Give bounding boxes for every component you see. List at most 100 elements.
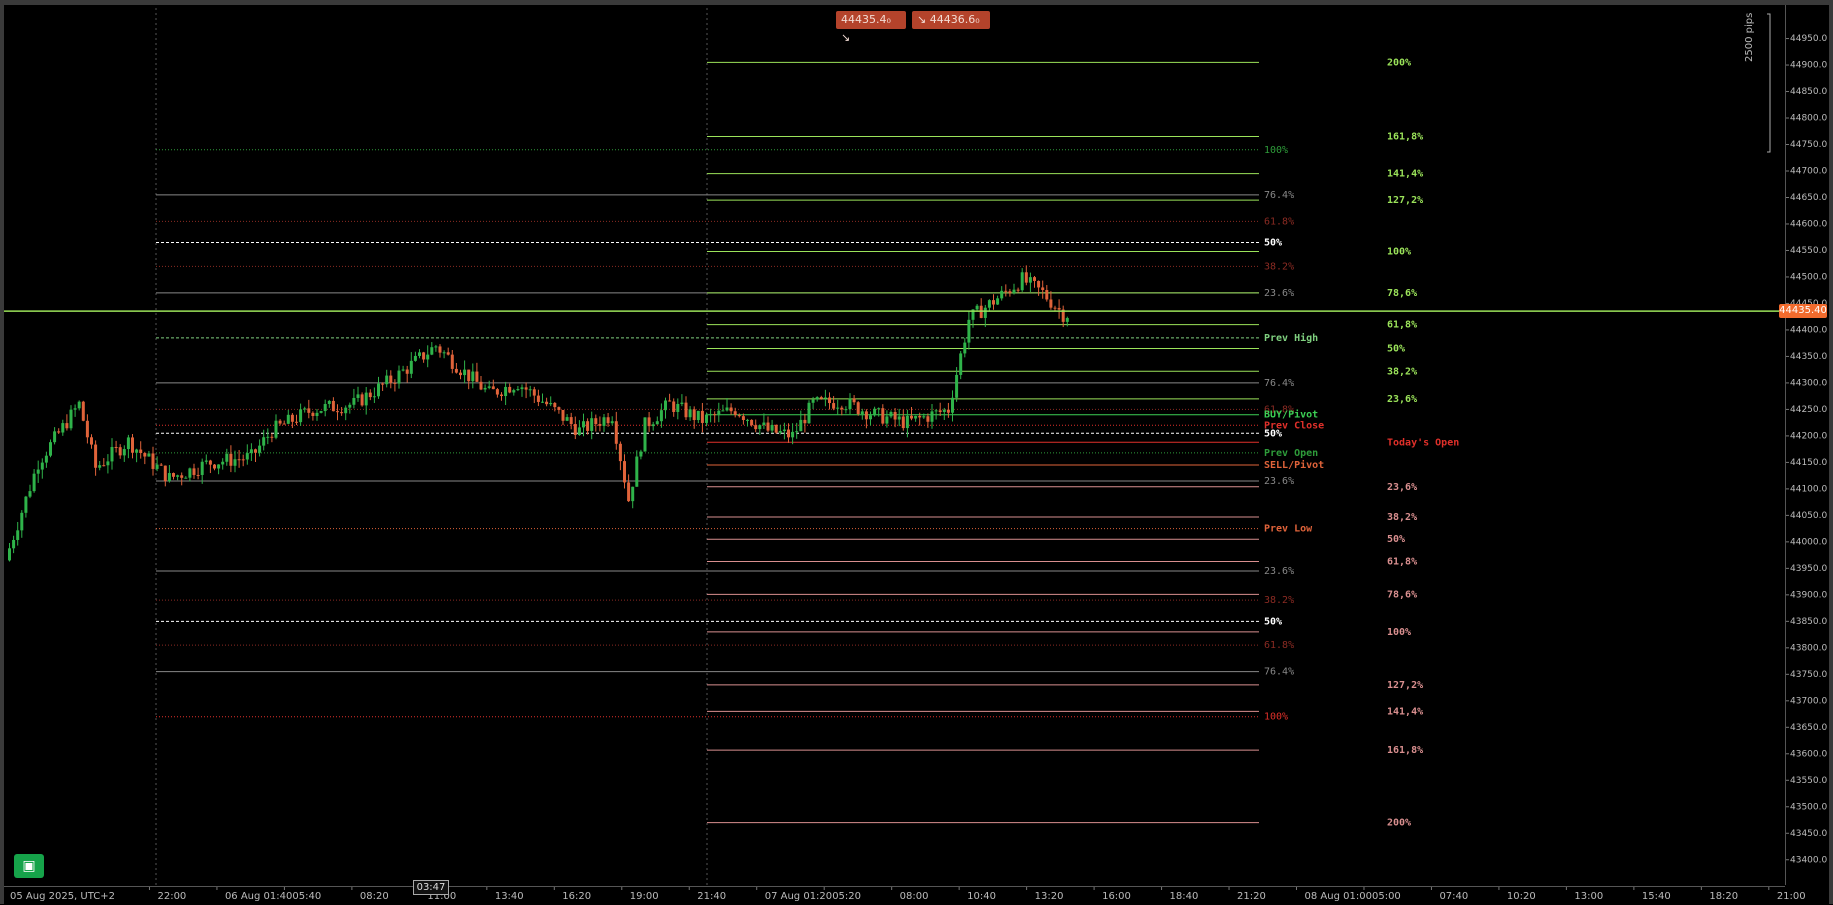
candle-body[interactable] [77,401,81,409]
candle-body[interactable] [864,411,868,420]
candle-body[interactable] [910,415,913,419]
candle-body[interactable] [528,389,532,391]
candle-body[interactable] [356,394,360,398]
candle-body[interactable] [1004,290,1008,292]
candle-body[interactable] [815,397,819,400]
candle-body[interactable] [299,409,303,423]
candle-body[interactable] [590,418,594,431]
candle-body[interactable] [377,383,380,397]
candle-body[interactable] [762,422,766,426]
candle-body[interactable] [598,424,602,426]
candle-body[interactable] [770,424,774,431]
candle-body[interactable] [754,425,758,430]
candle-body[interactable] [655,421,659,425]
candle-body[interactable] [336,411,339,413]
candle-body[interactable] [1020,272,1024,291]
candle-body[interactable] [524,387,528,390]
candle-body[interactable] [290,414,294,422]
candle-body[interactable] [204,460,208,462]
candle-body[interactable] [840,407,844,410]
candle-body[interactable] [471,371,475,382]
candle-body[interactable] [196,474,200,476]
candle-body[interactable] [774,424,778,433]
candle-body[interactable] [327,400,331,404]
candle-body[interactable] [163,465,167,482]
candle-body[interactable] [323,403,327,412]
candle-body[interactable] [159,464,163,466]
candle-body[interactable] [938,410,942,412]
candle-body[interactable] [44,455,48,463]
candle-body[interactable] [463,369,467,376]
candle-body[interactable] [426,354,430,360]
candle-body[interactable] [487,386,491,388]
candle-body[interactable] [733,411,737,415]
candle-body[interactable] [700,410,704,423]
sell-quote-button[interactable]: 44435.4₀ ↘ [836,11,906,44]
candle-body[interactable] [114,447,118,449]
candle-body[interactable] [418,352,421,356]
candle-body[interactable] [553,402,557,408]
candle-body[interactable] [360,394,364,406]
candle-body[interactable] [725,407,729,411]
candle-body[interactable] [167,473,171,482]
candle-body[interactable] [434,346,438,348]
candle-body[interactable] [389,375,393,383]
candle-body[interactable] [225,453,229,462]
candle-body[interactable] [57,431,61,433]
candle-body[interactable] [914,415,918,419]
candle-body[interactable] [442,352,446,354]
candle-body[interactable] [873,408,877,416]
candle-body[interactable] [385,375,389,385]
candle-body[interactable] [102,465,106,467]
candle-body[interactable] [729,407,733,412]
candle-body[interactable] [1016,289,1020,291]
candle-body[interactable] [69,409,73,429]
time-axis[interactable] [4,886,1785,905]
candle-body[interactable] [143,453,147,457]
candle-body[interactable] [869,415,872,420]
candle-body[interactable] [172,473,175,477]
candle-body[interactable] [364,392,368,406]
candle-body[interactable] [73,408,77,410]
candle-body[interactable] [1033,277,1036,281]
candle-body[interactable] [782,429,786,432]
candle-body[interactable] [368,392,372,398]
candle-body[interactable] [545,401,549,405]
candle-body[interactable] [795,431,799,433]
candle-body[interactable] [766,422,770,431]
candle-body[interactable] [1024,272,1028,283]
candle-body[interactable] [614,421,618,444]
candle-body[interactable] [922,416,926,418]
candle-body[interactable] [877,408,881,410]
candle-body[interactable] [1028,277,1032,283]
candle-body[interactable] [245,453,249,460]
candle-body[interactable] [200,461,204,475]
candle-body[interactable] [340,412,344,414]
candle-body[interactable] [823,397,827,399]
candle-body[interactable] [582,421,585,428]
candle-body[interactable] [569,417,573,425]
price-axis[interactable] [1785,5,1830,885]
candle-body[interactable] [8,548,11,561]
candle-body[interactable] [94,444,98,468]
measure-bracket[interactable] [1767,13,1771,153]
candle-body[interactable] [454,368,458,373]
candle-body[interactable] [155,464,159,469]
candle-body[interactable] [176,475,180,477]
candle-body[interactable] [393,382,397,384]
candle-body[interactable] [787,429,790,438]
candle-body[interactable] [315,412,319,417]
candle-body[interactable] [270,436,274,438]
candle-body[interactable] [286,414,290,424]
candle-body[interactable] [635,456,639,487]
candle-body[interactable] [508,386,512,393]
candle-body[interactable] [208,460,212,465]
candle-body[interactable] [28,491,32,497]
candle-body[interactable] [282,423,286,425]
candle-body[interactable] [832,403,836,409]
candle-body[interactable] [258,445,262,453]
candle-body[interactable] [139,449,143,454]
candle-body[interactable] [791,431,795,438]
candle-body[interactable] [746,419,749,421]
candle-body[interactable] [180,475,184,478]
